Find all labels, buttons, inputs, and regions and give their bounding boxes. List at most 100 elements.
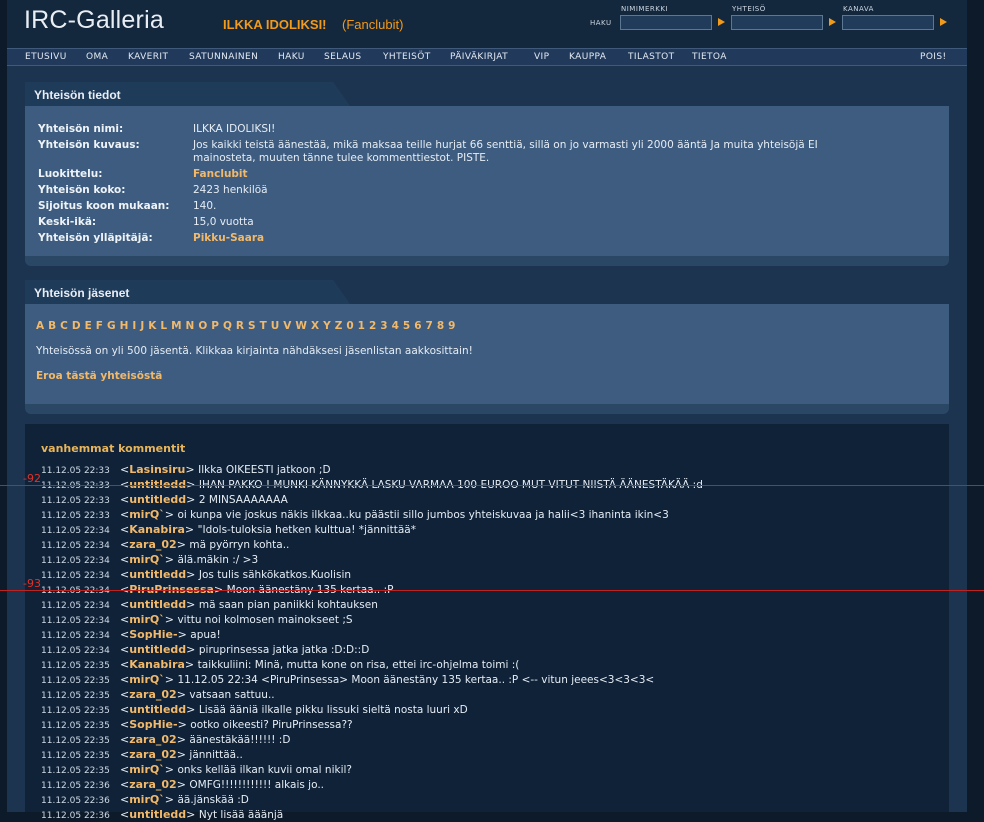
nickname-search-label: NIMIMERKKI [621, 5, 668, 13]
info-label-size: Yhteisön koko: [38, 184, 126, 196]
info-value-size: 2423 henkilöä [193, 184, 268, 196]
nick-bracket-close: > [186, 808, 199, 821]
nickname-search-arrow-icon[interactable] [718, 18, 725, 26]
comment-row: 11.12.05 22:34 <untitledd> mä saan pian p… [41, 593, 378, 611]
nav-tietoa[interactable]: TIETOA [692, 52, 727, 62]
info-panel-title: Yhteisön tiedot [34, 88, 121, 102]
marker-label: -92 [23, 472, 41, 485]
comment-row: 11.12.05 22:34 <mirQ`> älä.mäkin :/ >3 [41, 548, 258, 566]
members-info-text: Yhteisössä on yli 500 jäsentä. Klikkaa k… [36, 345, 473, 357]
nickname-search-input[interactable] [620, 15, 712, 30]
comment-row: 11.12.05 22:34 <mirQ`> vittu noi kolmosen… [41, 608, 353, 626]
letter-link[interactable]: P [211, 320, 219, 332]
comment-row: 11.12.05 22:34 <zara_02> mä pyörryn kohta… [41, 533, 289, 551]
letter-link[interactable]: 0 [346, 320, 353, 332]
letter-link[interactable]: N [186, 320, 195, 332]
nav-tilastot[interactable]: TILASTOT [628, 52, 675, 62]
letter-link[interactable]: D [72, 320, 81, 332]
letter-link[interactable]: 4 [392, 320, 399, 332]
comment-row: 11.12.05 22:34 <untitledd> piruprinsessa … [41, 638, 369, 656]
letter-link[interactable]: I [132, 320, 136, 332]
info-value-rank: 140. [193, 200, 217, 212]
letter-link[interactable]: R [236, 320, 244, 332]
nav-oma[interactable]: OMA [86, 52, 108, 62]
comment-row: 11.12.05 22:35 <Kanabira> taikkuliini: Mi… [41, 653, 519, 671]
community-category-link[interactable]: (Fanclubit) [342, 17, 403, 32]
letter-link[interactable]: 7 [426, 320, 433, 332]
letter-link[interactable]: 3 [380, 320, 387, 332]
info-label-admin: Yhteisön ylläpitäjä: [38, 232, 153, 244]
nav-etusivu[interactable]: ETUSIVU [25, 52, 67, 62]
nav-kauppa[interactable]: KAUPPA [569, 52, 606, 62]
letter-link[interactable]: A [36, 320, 44, 332]
letter-link[interactable]: O [198, 320, 207, 332]
letter-link[interactable]: S [248, 320, 256, 332]
leave-community-link[interactable]: Eroa tästä yhteisöstä [36, 370, 162, 382]
letter-link[interactable]: G [107, 320, 116, 332]
info-value-description-cont: mainosteta, muuten tänne tulee kommentti… [193, 152, 490, 164]
channel-search-arrow-icon[interactable] [940, 18, 947, 26]
comment-nick-link[interactable]: untitledd [129, 808, 186, 821]
letter-link[interactable]: C [60, 320, 68, 332]
community-search-arrow-icon[interactable] [829, 18, 836, 26]
letter-link[interactable]: E [85, 320, 92, 332]
nav-paivakirjat[interactable]: PÄIVÄKIRJAT [450, 52, 508, 62]
letter-link[interactable]: B [48, 320, 56, 332]
letter-link[interactable]: W [295, 320, 307, 332]
letter-link[interactable]: 2 [369, 320, 376, 332]
letter-link[interactable]: M [171, 320, 181, 332]
info-label-rank: Sijoitus koon mukaan: [38, 200, 170, 212]
letter-link[interactable]: 5 [403, 320, 410, 332]
info-value-age: 15,0 vuotta [193, 216, 254, 228]
info-label-category: Luokittelu: [38, 168, 103, 180]
logout-link[interactable]: POIS! [920, 52, 947, 62]
channel-search-input[interactable] [842, 15, 934, 30]
comment-row: 11.12.05 22:34 <SopHie-> apua! [41, 623, 221, 641]
members-panel-title: Yhteisön jäsenet [34, 286, 130, 300]
nav-kaverit[interactable]: KAVERIT [128, 52, 168, 62]
nav-satunnainen[interactable]: SATUNNAINEN [189, 52, 258, 62]
page: IRC-Galleria ILKKA IDOLIKSI! (Fanclubit)… [0, 0, 984, 821]
letter-link[interactable]: 6 [414, 320, 421, 332]
nav-haku[interactable]: HAKU [278, 52, 305, 62]
letter-link[interactable]: J [140, 320, 144, 332]
alphabet-links: ABCDEFGHIJKLMNOPQRSTUVWXYZ0123456789 [36, 320, 459, 332]
letter-link[interactable]: U [271, 320, 280, 332]
nav-vip[interactable]: VIP [534, 52, 549, 62]
comment-row: 11.12.05 22:33 <mirQ`> oi kunpa vie josku… [41, 503, 669, 521]
letter-link[interactable]: Z [335, 320, 343, 332]
comment-row: 11.12.05 22:33 <Lasinsiru> Ilkka OIKEESTI… [41, 458, 331, 476]
comment-row: 11.12.05 22:34 <Kanabira> "Idols-tuloksia… [41, 518, 416, 536]
nick-bracket-open: < [120, 808, 130, 821]
letter-link[interactable]: H [120, 320, 129, 332]
older-comments-link[interactable]: vanhemmat kommentit [41, 442, 185, 455]
letter-link[interactable]: Q [223, 320, 232, 332]
site-logo[interactable]: IRC-Galleria [24, 6, 164, 35]
nav-yhteisot[interactable]: YHTEISÖT [383, 52, 431, 62]
letter-link[interactable]: L [160, 320, 167, 332]
admin-link[interactable]: Pikku-Saara [193, 232, 264, 245]
info-value-name: ILKKA IDOLIKSI! [193, 123, 276, 135]
letter-link[interactable]: 9 [448, 320, 455, 332]
letter-link[interactable]: K [148, 320, 156, 332]
category-link[interactable]: Fanclubit [193, 168, 248, 181]
comment-row: 11.12.05 22:36 <mirQ`> ää.jänskää :D [41, 788, 249, 806]
comment-row: 11.12.05 22:35 <mirQ`> onks kellää ilkan … [41, 758, 352, 776]
info-value-description: Jos kaikki teistä äänestää, mikä maksaa … [193, 139, 818, 151]
channel-search-label: KANAVA [843, 5, 874, 13]
nav-selaus[interactable]: SELAUS [324, 52, 361, 62]
comment-row: 11.12.05 22:35 <untitledd> Lisää ääniä il… [41, 698, 468, 716]
letter-link[interactable]: Y [323, 320, 331, 332]
letter-link[interactable]: F [96, 320, 103, 332]
comment-row: 11.12.05 22:36 <zara_02> OMFG!!!!!!!!!!!!… [41, 773, 324, 791]
info-label-name: Yhteisön nimi: [38, 123, 124, 135]
letter-link[interactable]: V [283, 320, 291, 332]
letter-link[interactable]: X [311, 320, 319, 332]
comment-row: 11.12.05 22:35 <SopHie-> ootko oikeesti? … [41, 713, 353, 731]
letter-link[interactable]: T [260, 320, 267, 332]
community-search-label: YHTEISÖ [732, 5, 766, 13]
marker-line [0, 485, 984, 486]
letter-link[interactable]: 1 [358, 320, 365, 332]
letter-link[interactable]: 8 [437, 320, 444, 332]
community-search-input[interactable] [731, 15, 823, 30]
